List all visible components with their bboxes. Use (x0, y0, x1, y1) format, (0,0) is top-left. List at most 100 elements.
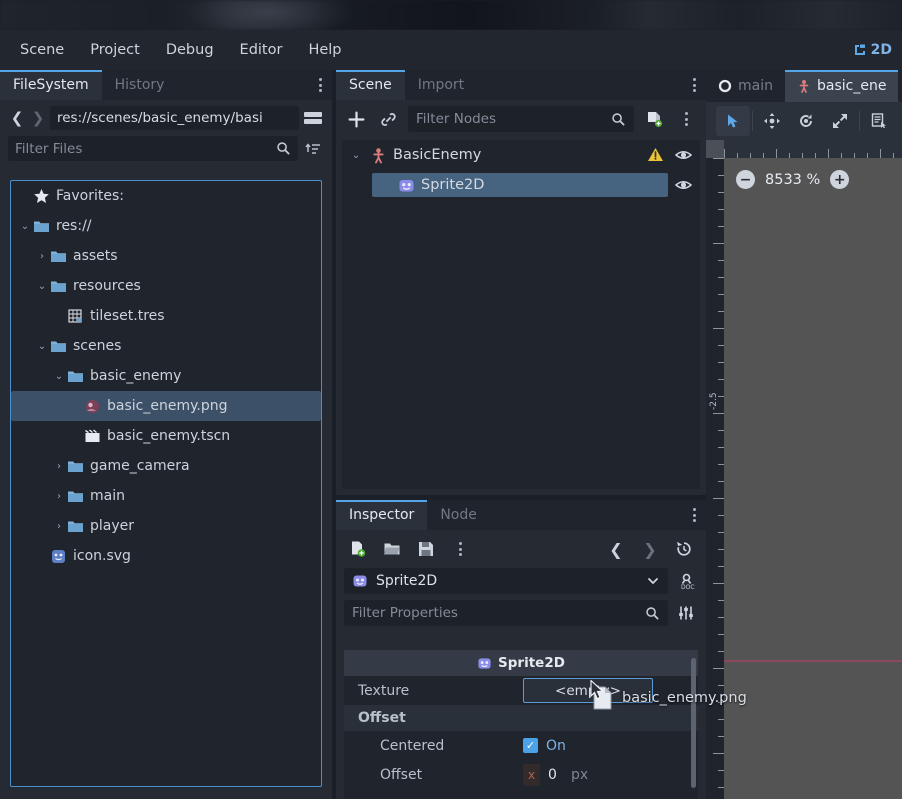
filter-files-input[interactable]: Filter Files (8, 136, 298, 161)
filesystem-item-main[interactable]: › main (11, 481, 321, 511)
main-menu-bar: Scene Project Debug Editor Help (0, 30, 902, 70)
chevron-right-icon[interactable]: ❯ (638, 537, 662, 561)
inspector-scrollbar[interactable] (691, 658, 696, 788)
menu-project[interactable]: Project (80, 38, 150, 62)
filesystem-item-icon-svg[interactable]: icon.svg (11, 541, 321, 571)
twisty-down-icon[interactable]: ⌄ (34, 281, 50, 292)
filesystem-item-player[interactable]: › player (11, 511, 321, 541)
scene-tab-main[interactable]: main (706, 70, 785, 102)
plus-icon[interactable] (344, 107, 368, 131)
property-section-header[interactable]: Sprite2D (344, 650, 698, 676)
split-mode-icon[interactable] (302, 108, 324, 128)
scene-more-kebab-menu-icon[interactable] (674, 107, 698, 131)
chevron-right-icon[interactable]: ❯ (29, 108, 47, 128)
property-row-centered[interactable]: Centered ✓ On (344, 731, 698, 760)
open-docs-icon[interactable]: DOC (674, 569, 698, 593)
tab-filesystem[interactable]: FileSystem (0, 70, 102, 100)
inspector-kebab-menu-icon[interactable] (683, 500, 706, 530)
sort-icon[interactable] (302, 141, 324, 157)
link-icon[interactable] (376, 107, 400, 131)
chevron-left-icon[interactable]: ❮ (604, 537, 628, 561)
filesystem-item-resources[interactable]: ⌄ resources (11, 271, 321, 301)
twisty-right-icon[interactable]: › (51, 491, 67, 502)
history-icon[interactable] (672, 537, 696, 561)
mode-2d-button[interactable]: 2D (847, 38, 898, 62)
tab-scene[interactable]: Scene (336, 70, 405, 100)
twisty-down-icon[interactable]: ⌄ (348, 150, 364, 161)
chevron-left-icon[interactable]: ❮ (8, 108, 26, 128)
drag-file-label: basic_enemy.png (622, 690, 747, 706)
centered-checkbox[interactable]: ✓ (523, 738, 538, 753)
filter-nodes-input[interactable]: Filter Nodes (408, 106, 634, 132)
save-icon[interactable] (414, 537, 438, 561)
menu-editor[interactable]: Editor (230, 38, 293, 62)
filesystem-item-label: res:// (56, 218, 92, 234)
move-tool-icon[interactable] (755, 106, 789, 136)
menu-help[interactable]: Help (298, 38, 351, 62)
filter-properties-input[interactable]: Filter Properties (344, 600, 668, 626)
scale-tool-icon[interactable] (823, 106, 857, 136)
list-select-tool-icon[interactable] (862, 106, 896, 136)
editor-canvas[interactable] (724, 158, 902, 799)
rotate-tool-icon[interactable] (789, 106, 823, 136)
filesystem-item-scenes[interactable]: ⌄ scenes (11, 331, 321, 361)
filter-nodes-placeholder: Filter Nodes (416, 111, 496, 127)
warning-triangle-icon[interactable] (647, 147, 664, 164)
scene-node-basicenemy[interactable]: ⌄ BasicEnemy (342, 140, 700, 170)
sliders-icon[interactable] (674, 601, 698, 625)
twisty-right-icon[interactable]: › (51, 461, 67, 472)
filesystem-item-label: icon.svg (73, 548, 131, 564)
scene-tab-basic-enemy[interactable]: basic_ene (784, 70, 899, 102)
inspector-tools-kebab-menu-icon[interactable] (448, 537, 472, 561)
filesystem-item-label: Favorites: (56, 188, 124, 204)
menu-debug[interactable]: Debug (156, 38, 224, 62)
filesystem-kebab-menu-icon[interactable] (309, 70, 332, 100)
filesystem-item-label: main (90, 488, 125, 504)
tab-import[interactable]: Import (405, 70, 477, 100)
offset-x-value[interactable]: 0 (548, 767, 564, 783)
search-icon (645, 606, 660, 621)
folder-icon (50, 248, 67, 265)
filesystem-item-res[interactable]: ⌄ res:// (11, 211, 321, 241)
tab-history[interactable]: History (102, 70, 178, 100)
select-tool-cursor-icon[interactable] (716, 106, 750, 136)
scene-kebab-menu-icon[interactable] (683, 70, 706, 100)
twisty-right-icon[interactable]: › (51, 521, 67, 532)
attach-script-icon[interactable] (642, 107, 666, 131)
filesystem-item-tileset-tres[interactable]: tileset.tres (11, 301, 321, 331)
inspected-object-field[interactable]: Sprite2D (344, 568, 668, 594)
twisty-down-icon[interactable]: ⌄ (34, 341, 50, 352)
scene-node-tree[interactable]: ⌄ BasicEnemy Sprite2D (342, 140, 700, 489)
eye-icon[interactable] (675, 177, 692, 194)
menu-scene[interactable]: Scene (10, 38, 74, 62)
path-field[interactable]: res://scenes/basic_enemy/basi (50, 106, 299, 130)
open-folder-icon[interactable] (380, 537, 404, 561)
filesystem-item-label: basic_enemy.png (107, 398, 228, 414)
tab-scene-label: Scene (349, 77, 392, 93)
twisty-right-icon[interactable]: › (34, 251, 50, 262)
filesystem-item-basic_enemy-png[interactable]: basic_enemy.png (11, 391, 321, 421)
inspector-object-row: Sprite2D DOC (336, 568, 706, 594)
eye-icon[interactable] (675, 147, 692, 164)
scene-node-sprite2d[interactable]: Sprite2D (342, 170, 700, 200)
tab-node[interactable]: Node (427, 500, 490, 530)
zoom-out-button[interactable]: − (736, 170, 755, 189)
filter-files-placeholder: Filter Files (15, 140, 83, 157)
chevron-down-icon[interactable] (646, 574, 660, 588)
filesystem-item-favorites[interactable]: Favorites: (11, 181, 321, 211)
new-resource-icon[interactable] (346, 537, 370, 561)
filesystem-item-basic_enemy[interactable]: ⌄ basic_enemy (11, 361, 321, 391)
filesystem-item-assets[interactable]: › assets (11, 241, 321, 271)
twisty-down-icon[interactable]: ⌄ (51, 371, 67, 382)
filesystem-item-basic_enemy-tscn[interactable]: basic_enemy.tscn (11, 421, 321, 451)
filesystem-file-tree[interactable]: Favorites: ⌄ res:// › assets ⌄ resources tilese… (10, 180, 322, 787)
filesystem-item-game_camera[interactable]: › game_camera (11, 451, 321, 481)
zoom-level-label[interactable]: 8533 % (765, 172, 820, 188)
inspector-property-list[interactable]: Sprite2D Texture <empty> Offset Centered… (344, 650, 698, 799)
property-row-offset[interactable]: Offset x 0 px (344, 760, 698, 789)
tab-import-label: Import (417, 77, 465, 93)
node-2d-icon (718, 79, 732, 93)
zoom-in-button[interactable]: + (830, 170, 850, 189)
tab-inspector[interactable]: Inspector (336, 500, 428, 530)
twisty-down-icon[interactable]: ⌄ (17, 221, 33, 232)
